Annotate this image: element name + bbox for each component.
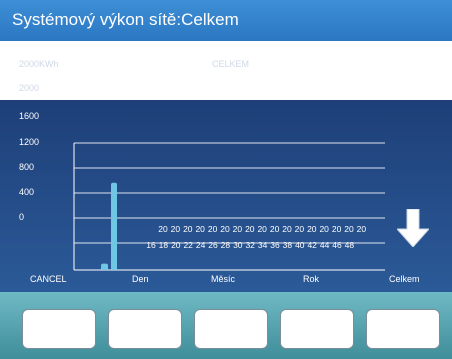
softkey-1[interactable] [22, 309, 96, 349]
chart-grid [73, 142, 385, 271]
button-bar [0, 292, 452, 359]
nav-month[interactable]: Měsíc [211, 274, 235, 284]
x-tick-label: 22 [183, 240, 193, 250]
x-tick-label: 32 [245, 240, 255, 250]
x-tick-labels: 2016201820202022202420262028203020322034… [146, 224, 366, 250]
x-tick-prefix: 20 [195, 224, 205, 234]
arrow-down-icon[interactable] [397, 209, 429, 247]
softkey-5[interactable] [366, 309, 440, 349]
x-tick-label: 42 [307, 240, 317, 250]
softkey-2[interactable] [108, 309, 182, 349]
x-tick-prefix: 20 [332, 224, 342, 234]
x-tick-prefix: 20 [245, 224, 255, 234]
nav-total[interactable]: Celkem [389, 274, 420, 284]
x-tick-prefix: 20 [257, 224, 267, 234]
x-tick-label: 38 [283, 240, 293, 250]
x-tick-prefix: 20 [183, 224, 193, 234]
x-tick-prefix: 20 [319, 224, 329, 234]
chart-bars [101, 182, 117, 270]
x-tick-prefix: 20 [233, 224, 243, 234]
x-tick-label: 20 [171, 240, 181, 250]
x-tick-label: 36 [270, 240, 280, 250]
softkey-3[interactable] [194, 309, 268, 349]
x-tick-prefix: 20 [220, 224, 230, 234]
x-tick-label: 16 [146, 240, 156, 250]
nav-cancel[interactable]: CANCEL [30, 274, 67, 284]
x-tick-label: 48 [345, 240, 355, 250]
x-tick-label: 26 [208, 240, 218, 250]
nav-year[interactable]: Rok [303, 274, 319, 284]
nav-day[interactable]: Den [132, 274, 149, 284]
x-tick-prefix: 20 [344, 224, 354, 234]
energy-chart: 2016201820202022202420262028203020322034… [73, 142, 385, 271]
x-tick-prefix: 20 [282, 224, 292, 234]
x-tick-prefix: 20 [295, 224, 305, 234]
softkey-4[interactable] [280, 309, 354, 349]
x-tick-label: 40 [295, 240, 305, 250]
chart-bar [101, 263, 108, 270]
x-tick-prefix: 20 [357, 224, 367, 234]
x-tick-prefix: 20 [171, 224, 181, 234]
x-tick-label: 18 [159, 240, 169, 250]
x-tick-label: 44 [320, 240, 330, 250]
x-tick-prefix: 20 [307, 224, 317, 234]
x-tick-prefix: 20 [270, 224, 280, 234]
x-tick-prefix: 20 [208, 224, 218, 234]
chart-bar [111, 182, 117, 270]
x-tick-label: 28 [221, 240, 231, 250]
x-tick-label: 24 [196, 240, 206, 250]
x-tick-label: 34 [258, 240, 268, 250]
x-tick-label: 46 [332, 240, 342, 250]
x-tick-prefix: 20 [158, 224, 168, 234]
x-tick-label: 30 [233, 240, 243, 250]
